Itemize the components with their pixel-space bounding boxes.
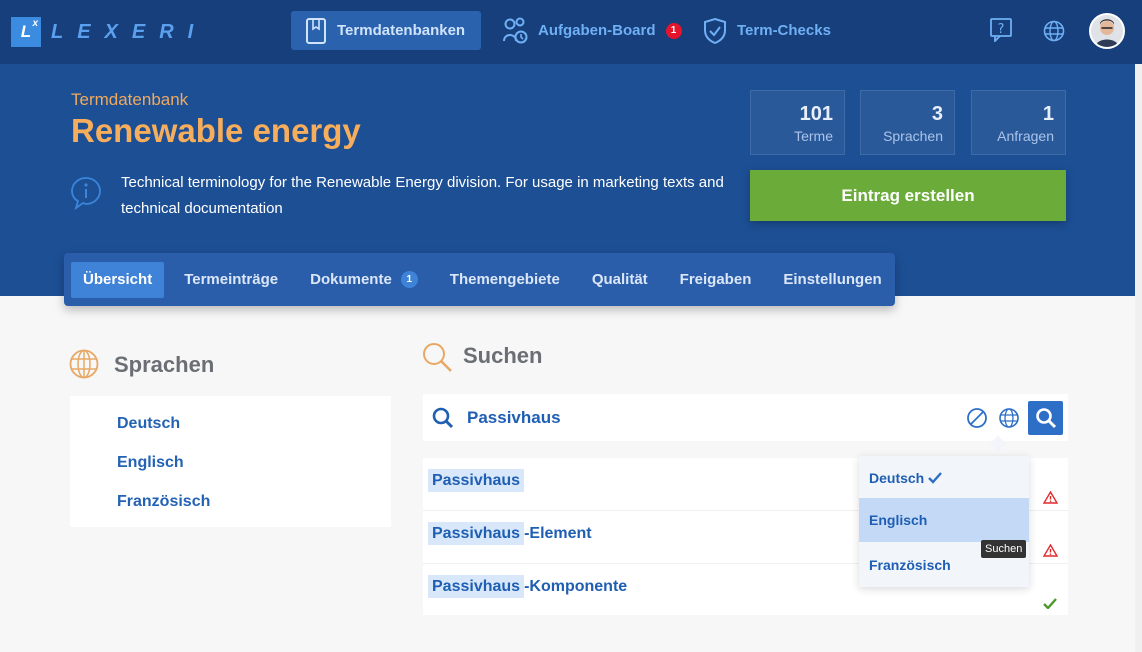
tab-label: Dokumente (310, 271, 392, 288)
result-match: Passivhaus (428, 575, 525, 598)
stat-requests-value: 1 (1042, 103, 1054, 125)
page-scrollbar[interactable] (1135, 64, 1142, 652)
shield-check-icon (704, 17, 726, 44)
tab-termeintraege[interactable]: Termeinträge (172, 262, 290, 298)
tab-themengebiete[interactable]: Themengebiete (438, 262, 572, 298)
language-item-franzoesisch[interactable]: Französisch (117, 493, 210, 511)
language-filter-globe-icon[interactable] (998, 407, 1020, 429)
logo-mark: Lx (11, 17, 41, 47)
tasks-count-badge: 1 (665, 22, 682, 39)
top-bar: Lx LEXERI Termdatenbanken Aufgaben-Board… (0, 0, 1142, 64)
globe-icon[interactable] (1043, 20, 1065, 42)
stat-languages-label: Sprachen (883, 128, 943, 144)
result-match: Passivhaus (428, 522, 525, 545)
language-item-englisch[interactable]: Englisch (117, 454, 184, 472)
tasks-icon (503, 17, 528, 43)
stat-terms[interactable]: 101 Terme (750, 90, 845, 155)
tooltip: Suchen (981, 540, 1027, 558)
dropdown-item-deutsch[interactable]: Deutsch (859, 456, 1029, 500)
search-bar: Passivhaus (423, 394, 1068, 441)
dropdown-item-label: Englisch (869, 512, 928, 528)
language-dropdown: Deutsch Englisch Französisch (859, 456, 1029, 587)
result-term[interactable]: Passivhaus (428, 469, 525, 492)
tab-freigaben[interactable]: Freigaben (668, 262, 764, 298)
stat-terms-value: 101 (799, 103, 833, 125)
search-icon (432, 407, 454, 429)
dropdown-item-label: Französisch (869, 557, 951, 573)
result-rest: -Komponente (524, 578, 628, 595)
help-icon[interactable]: ? (990, 18, 1012, 42)
header-description: Technical terminology for the Renewable … (121, 174, 724, 217)
language-item-deutsch[interactable]: Deutsch (117, 415, 180, 433)
search-section-icon (423, 343, 452, 372)
tab-label: Themengebiete (449, 271, 560, 288)
nav-term-checks[interactable]: Term-Checks (703, 11, 831, 50)
result-rest: -Element (524, 525, 592, 542)
logo-mark-sup: x (32, 18, 38, 29)
book-icon (306, 17, 326, 44)
tab-label: Einstellungen (783, 271, 882, 288)
warning-icon (1043, 544, 1058, 557)
tab-label: Qualität (591, 271, 648, 288)
nav-term-checks-label: Term-Checks (737, 22, 831, 39)
tab-label: Übersicht (83, 271, 153, 288)
search-input[interactable]: Passivhaus (467, 408, 561, 428)
stat-requests-label: Anfragen (997, 128, 1054, 144)
check-icon (1043, 598, 1057, 609)
stat-terms-label: Terme (794, 128, 833, 144)
languages-list: Deutsch Englisch Französisch (70, 396, 391, 527)
tab-qualitaet[interactable]: Qualität (580, 262, 660, 298)
result-term[interactable]: Passivhaus -Element (428, 522, 592, 545)
info-icon (71, 177, 101, 210)
languages-globe-icon (69, 349, 99, 379)
search-icon (1035, 408, 1056, 429)
search-section-title: Suchen (463, 343, 543, 368)
languages-section-title: Sprachen (114, 352, 215, 377)
nav-aufgaben-board-label: Aufgaben-Board (538, 22, 656, 39)
tab-label: Freigaben (679, 271, 752, 288)
dropdown-item-label: Deutsch (869, 470, 925, 486)
header-subtitle: Termdatenbank (71, 90, 189, 109)
tab-uebersicht[interactable]: Übersicht (71, 261, 165, 298)
avatar[interactable] (1089, 13, 1125, 49)
logo-text: LEXERI (51, 20, 208, 43)
stat-languages-value: 3 (931, 103, 943, 125)
nav-aufgaben-board[interactable]: Aufgaben-Board 1 (502, 11, 682, 50)
tab-dokumente[interactable]: Dokumente 1 (298, 262, 430, 298)
stat-requests[interactable]: 1 Anfragen (971, 90, 1066, 155)
stat-languages[interactable]: 3 Sprachen (860, 90, 955, 155)
checkmark-icon (928, 472, 943, 484)
tab-label: Termeinträge (184, 271, 279, 288)
tab-einstellungen[interactable]: Einstellungen (771, 262, 893, 298)
logo-mark-letter: L (20, 22, 32, 41)
warning-icon (1043, 491, 1058, 504)
app-logo[interactable]: Lx LEXERI (11, 17, 207, 47)
clear-filter-icon[interactable] (966, 407, 988, 429)
documents-count-badge: 1 (400, 271, 418, 288)
dropdown-item-englisch[interactable]: Englisch (859, 498, 1029, 542)
result-match: Passivhaus (428, 469, 525, 492)
svg-text:?: ? (998, 22, 1005, 37)
section-tabs: Übersicht Termeinträge Dokumente 1 Themen… (64, 253, 895, 306)
nav-termdatenbanken[interactable]: Termdatenbanken (291, 11, 482, 50)
nav-termdatenbanken-label: Termdatenbanken (337, 22, 466, 39)
result-term[interactable]: Passivhaus -Komponente (428, 575, 628, 598)
page-title: Renewable energy (71, 112, 361, 149)
create-entry-button[interactable]: Eintrag erstellen (750, 170, 1066, 221)
search-submit-button[interactable] (1028, 401, 1063, 435)
user-photo-icon (1091, 15, 1123, 47)
